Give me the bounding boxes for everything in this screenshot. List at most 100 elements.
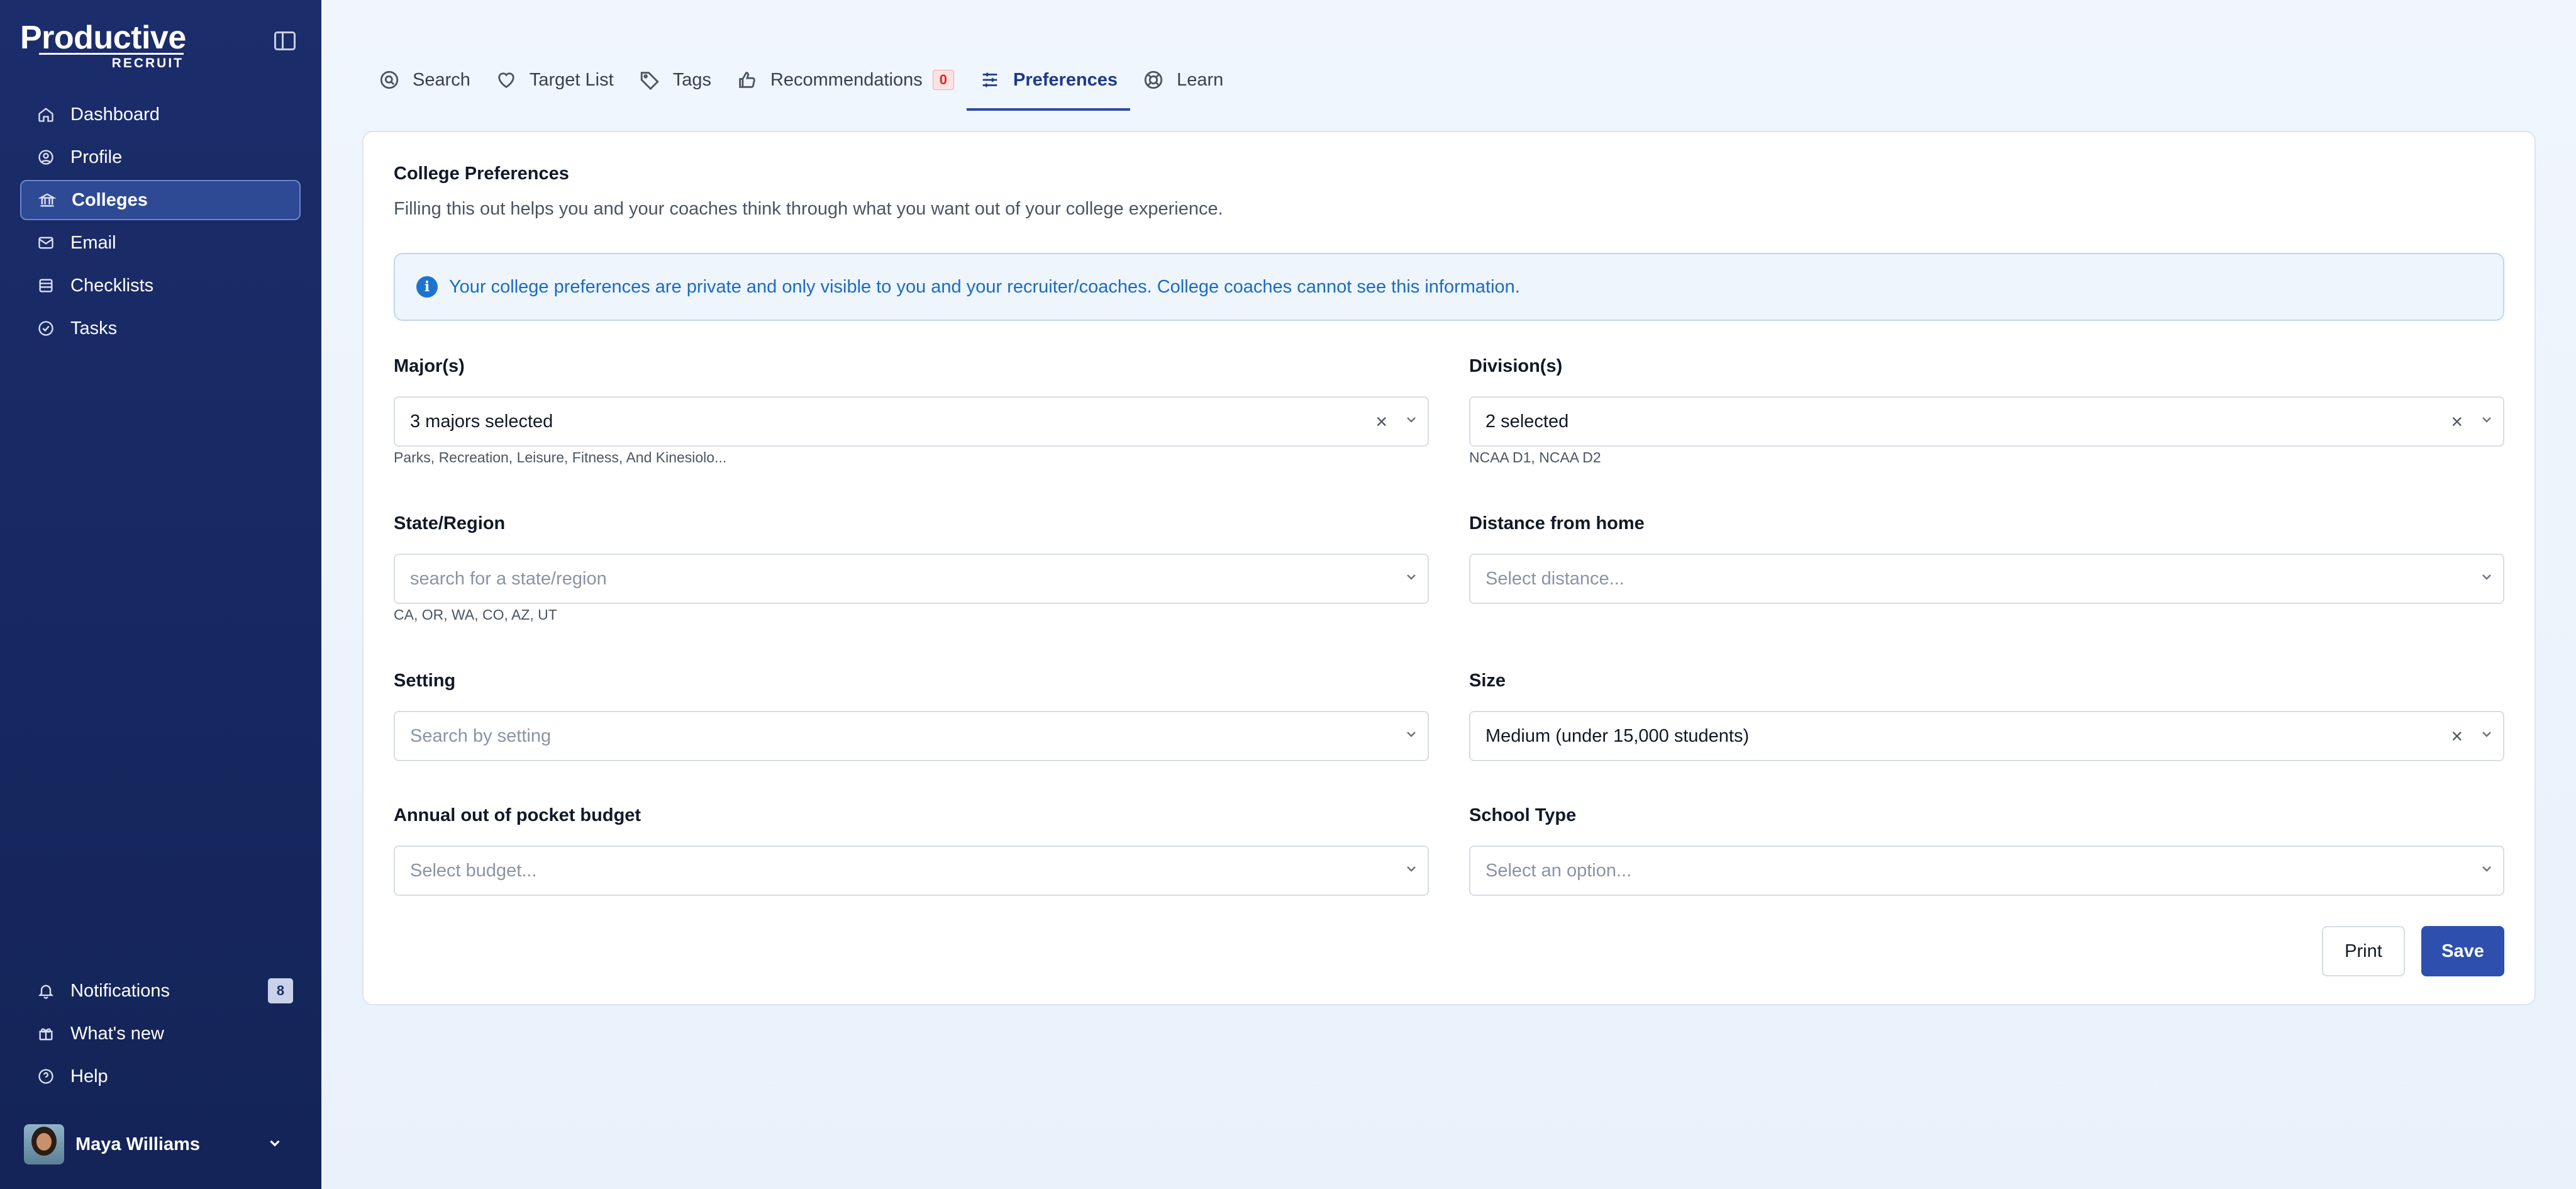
state-placeholder: search for a state/region bbox=[410, 568, 607, 589]
building-icon bbox=[38, 191, 57, 209]
chevron-down-icon bbox=[1404, 411, 1419, 432]
chevron-down-icon bbox=[1404, 569, 1419, 589]
state-select[interactable]: search for a state/region bbox=[394, 554, 1429, 604]
setting-select[interactable]: Search by setting bbox=[394, 711, 1429, 761]
sliders-icon bbox=[982, 72, 997, 87]
sidebar-item-label: Checklists bbox=[70, 275, 154, 296]
mail-icon bbox=[36, 233, 55, 252]
tab-label: Search bbox=[413, 69, 470, 90]
setting-placeholder: Search by setting bbox=[410, 725, 552, 746]
user-circle-icon bbox=[36, 148, 55, 167]
sidebar-item-label: Colleges bbox=[72, 189, 148, 210]
sidebar-nav: Dashboard Profile Colleges Email Checkli… bbox=[20, 94, 301, 351]
sidebar-item-tasks[interactable]: Tasks bbox=[20, 308, 301, 349]
info-text: Your college preferences are private and… bbox=[449, 276, 1520, 297]
school-type-select[interactable]: Select an option... bbox=[1469, 846, 2504, 896]
divisions-select[interactable]: 2 selected × bbox=[1469, 396, 2504, 447]
heart-icon bbox=[498, 72, 514, 89]
tab-recommendations[interactable]: Recommendations 0 bbox=[724, 49, 967, 111]
sidebar-item-colleges[interactable]: Colleges bbox=[20, 180, 301, 220]
chevron-down-icon bbox=[2479, 726, 2494, 747]
majors-select[interactable]: 3 majors selected × bbox=[394, 396, 1429, 447]
info-icon: i bbox=[416, 276, 438, 298]
save-button[interactable]: Save bbox=[2421, 926, 2504, 976]
sidebar-item-label: Help bbox=[70, 1066, 108, 1086]
sidebar-item-notifications[interactable]: Notifications 8 bbox=[20, 971, 301, 1011]
state-label: State/Region bbox=[394, 513, 506, 533]
help-circle-icon bbox=[36, 1067, 55, 1086]
chevron-down-icon bbox=[1404, 726, 1419, 747]
chevron-down-icon bbox=[1404, 861, 1419, 881]
privacy-info-banner: i Your college preferences are private a… bbox=[394, 253, 2504, 321]
sidebar-toggle-icon[interactable] bbox=[274, 31, 296, 50]
majors-value: 3 majors selected bbox=[410, 411, 553, 432]
bell-icon bbox=[36, 981, 55, 1000]
lifebuoy-icon bbox=[1144, 70, 1163, 89]
majors-hint: Parks, Recreation, Leisure, Fitness, And… bbox=[394, 449, 727, 466]
tab-label: Recommendations bbox=[770, 69, 923, 90]
divisions-hint: NCAA D1, NCAA D2 bbox=[1469, 449, 1601, 466]
chevron-down-icon bbox=[267, 1135, 283, 1154]
avatar bbox=[24, 1124, 64, 1164]
distance-select[interactable]: Select distance... bbox=[1469, 554, 2504, 604]
sidebar-item-checklists[interactable]: Checklists bbox=[20, 265, 301, 306]
tab-label: Target List bbox=[529, 69, 614, 90]
clear-icon[interactable]: × bbox=[2451, 725, 2463, 748]
distance-label: Distance from home bbox=[1469, 513, 1645, 533]
list-icon bbox=[36, 276, 55, 295]
sidebar-item-profile[interactable]: Profile bbox=[20, 137, 301, 177]
chevron-down-icon bbox=[2479, 411, 2494, 432]
tab-tags[interactable]: Tags bbox=[626, 49, 724, 111]
sidebar-bottom-nav: Notifications 8 What's new Help bbox=[20, 971, 301, 1099]
size-label: Size bbox=[1469, 671, 1506, 691]
logo[interactable]: Productive RECRUIT bbox=[20, 21, 186, 71]
budget-select[interactable]: Select budget... bbox=[394, 846, 1429, 896]
sidebar-item-label: Notifications bbox=[70, 980, 170, 1001]
search-icon bbox=[380, 70, 399, 89]
school-type-label: School Type bbox=[1469, 805, 1577, 825]
tag-icon bbox=[640, 72, 659, 91]
tab-target-list[interactable]: Target List bbox=[483, 49, 626, 111]
school-type-placeholder: Select an option... bbox=[1485, 860, 1632, 881]
clear-icon[interactable]: × bbox=[1375, 410, 1387, 433]
check-circle-icon bbox=[36, 319, 55, 338]
tab-label: Learn bbox=[1177, 69, 1224, 90]
user-menu[interactable]: Maya Williams bbox=[24, 1124, 294, 1165]
preferences-card: College Preferences Filling this out hel… bbox=[362, 131, 2536, 1005]
recommendations-count-badge: 0 bbox=[932, 70, 954, 90]
user-name: Maya Williams bbox=[75, 1134, 200, 1154]
budget-label: Annual out of pocket budget bbox=[394, 805, 641, 825]
setting-label: Setting bbox=[394, 671, 456, 691]
tab-preferences[interactable]: Preferences bbox=[967, 49, 1131, 111]
logo-main-text: Productive bbox=[20, 20, 186, 56]
size-value: Medium (under 15,000 students) bbox=[1485, 725, 1750, 746]
sidebar-item-help[interactable]: Help bbox=[20, 1056, 301, 1097]
sidebar-item-email[interactable]: Email bbox=[20, 223, 301, 263]
sidebar-item-whats-new[interactable]: What's new bbox=[20, 1013, 301, 1054]
state-hint: CA, OR, WA, CO, AZ, UT bbox=[394, 606, 557, 623]
tab-search[interactable]: Search bbox=[366, 49, 483, 111]
card-subtitle: Filling this out helps you and your coac… bbox=[394, 199, 1223, 219]
gift-icon bbox=[36, 1024, 55, 1043]
sidebar-item-label: Dashboard bbox=[70, 104, 160, 125]
tab-bar: Search Target List Tags Recommendations … bbox=[366, 49, 1236, 111]
print-button[interactable]: Print bbox=[2322, 926, 2405, 976]
sidebar: Productive RECRUIT Dashboard Profile Col… bbox=[0, 0, 321, 1189]
sidebar-item-label: What's new bbox=[70, 1023, 164, 1044]
clear-icon[interactable]: × bbox=[2451, 410, 2463, 433]
divisions-value: 2 selected bbox=[1485, 411, 1569, 432]
distance-placeholder: Select distance... bbox=[1485, 568, 1624, 589]
tab-label: Preferences bbox=[1013, 69, 1118, 90]
thumbs-up-icon bbox=[739, 72, 755, 88]
budget-placeholder: Select budget... bbox=[410, 860, 537, 881]
sidebar-item-label: Tasks bbox=[70, 318, 118, 338]
sidebar-item-dashboard[interactable]: Dashboard bbox=[20, 94, 301, 135]
size-select[interactable]: Medium (under 15,000 students) × bbox=[1469, 711, 2504, 761]
sidebar-item-label: Profile bbox=[70, 147, 123, 167]
tab-learn[interactable]: Learn bbox=[1130, 49, 1236, 111]
home-icon bbox=[36, 105, 55, 124]
notifications-count-badge: 8 bbox=[268, 978, 293, 1003]
divisions-label: Division(s) bbox=[1469, 356, 1563, 376]
majors-label: Major(s) bbox=[394, 356, 465, 376]
card-title: College Preferences bbox=[394, 164, 569, 184]
